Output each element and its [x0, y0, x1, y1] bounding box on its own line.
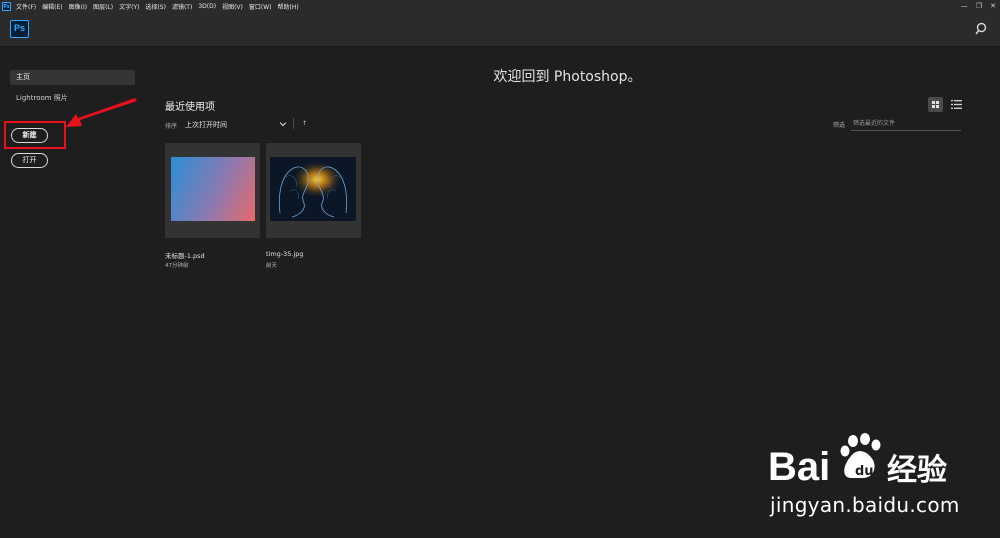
- recent-file-card[interactable]: [266, 143, 361, 238]
- file-time: 47分钟前: [165, 263, 189, 269]
- sort-direction-button[interactable]: ↑: [302, 120, 307, 127]
- grid-view-toggle[interactable]: [928, 97, 943, 112]
- sort-label: 排序: [165, 123, 178, 130]
- menu-select[interactable]: 选择(S): [145, 2, 166, 11]
- file-time: 前天: [266, 263, 278, 269]
- menu-type[interactable]: 文字(Y): [119, 2, 139, 11]
- watermark-brand: Bai: [768, 445, 830, 489]
- photoshop-logo[interactable]: Ps: [10, 20, 29, 38]
- close-icon[interactable]: ✕: [990, 2, 996, 10]
- list-view-icon[interactable]: [951, 99, 962, 110]
- file-name[interactable]: timg-35.jpg: [266, 250, 304, 258]
- divider: [293, 118, 294, 129]
- filter-label: 筛选: [833, 122, 846, 129]
- baidu-logo-icon: Bai du 经验: [768, 433, 947, 489]
- grid-icon: [932, 101, 939, 108]
- menu-edit[interactable]: 编辑(E): [42, 2, 62, 11]
- filter-input[interactable]: [851, 117, 961, 131]
- annotation-arrow-icon: [66, 98, 137, 127]
- watermark-url: jingyan.baidu.com: [770, 493, 960, 517]
- watermark-brand-cn: 经验: [887, 453, 947, 488]
- minimize-icon[interactable]: —: [961, 2, 968, 10]
- open-button[interactable]: 打开: [11, 153, 48, 168]
- app-icon: Ps: [2, 1, 11, 11]
- menu-view[interactable]: 视图(V): [222, 2, 243, 11]
- menu-3d[interactable]: 3D(D): [198, 3, 216, 10]
- menu-help[interactable]: 帮助(H): [278, 2, 299, 11]
- sort-dropdown[interactable]: 上次打开时间: [185, 120, 227, 130]
- menu-window[interactable]: 窗口(W): [249, 2, 272, 11]
- welcome-heading: 欢迎回到 Photoshop。: [493, 69, 642, 85]
- svg-text:du: du: [855, 464, 874, 479]
- highlight-annotation-box: [4, 121, 66, 149]
- window-controls: — ❐ ✕: [961, 0, 996, 12]
- file-name[interactable]: 未标题-1.psd: [165, 250, 205, 260]
- chevron-down-icon[interactable]: [279, 121, 287, 127]
- search-icon[interactable]: [975, 22, 989, 36]
- file-thumbnail: [171, 157, 255, 221]
- image-preview-icon: [270, 157, 356, 221]
- menu-file[interactable]: 文件(F): [16, 2, 36, 11]
- app-header: Ps: [0, 12, 1000, 47]
- restore-icon[interactable]: ❐: [976, 2, 982, 10]
- file-thumbnail: [270, 157, 356, 221]
- recent-file-card[interactable]: [165, 143, 260, 238]
- menu-image[interactable]: 图像(I): [69, 2, 87, 11]
- menu-filter[interactable]: 滤镜(T): [172, 2, 192, 11]
- recent-section-title: 最近使用项: [165, 102, 215, 113]
- menu-layer[interactable]: 图层(L): [93, 2, 113, 11]
